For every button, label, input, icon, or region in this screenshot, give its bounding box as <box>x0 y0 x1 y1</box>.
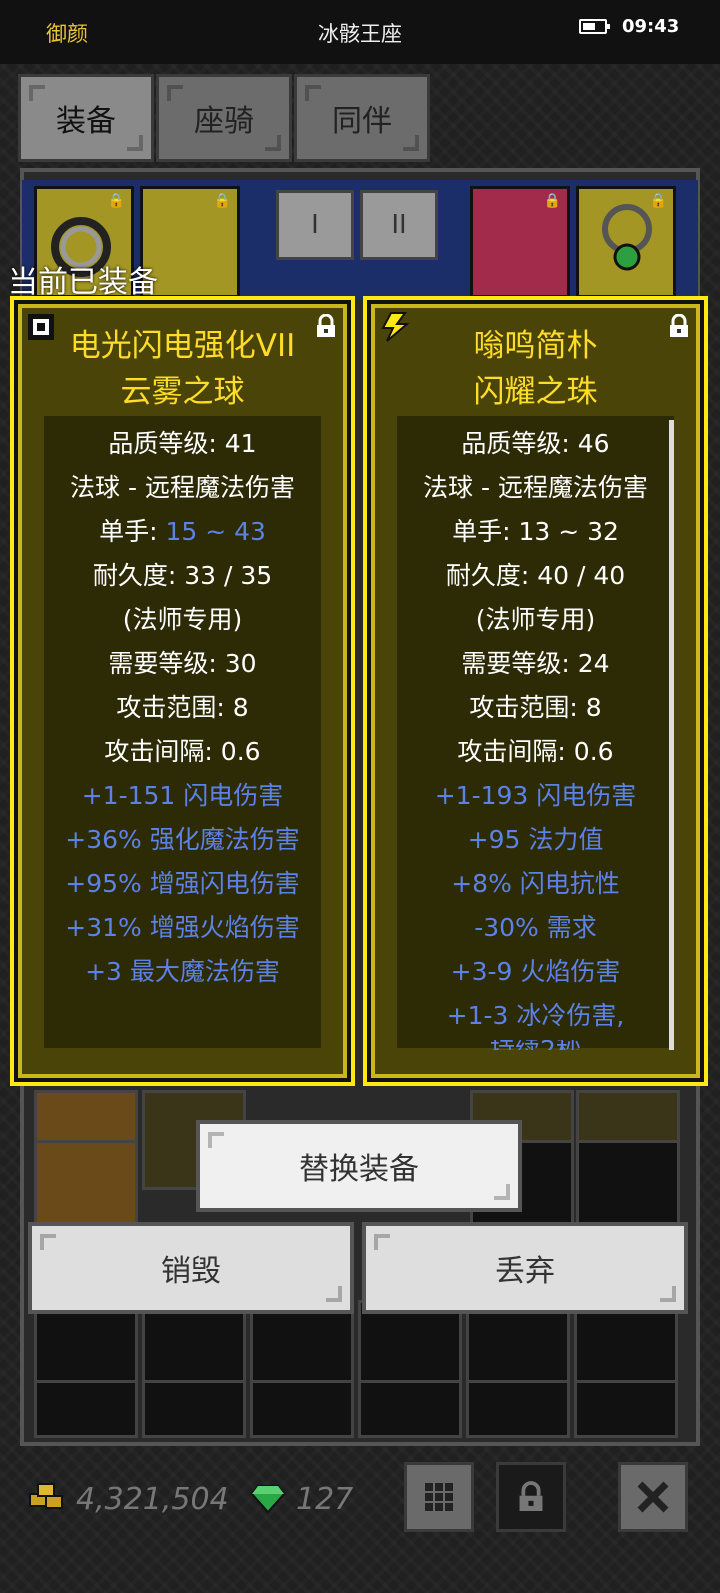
item-stat: 攻击范围: 8 <box>469 693 602 722</box>
lock-toggle-button[interactable] <box>496 1462 566 1532</box>
item-stat: 耐久度: 40 / 40 <box>445 561 626 590</box>
lock-icon <box>519 1481 543 1511</box>
tab-label: 装备 <box>56 104 116 139</box>
item-stat: 单手: 13 ~ 32 <box>452 517 619 546</box>
green-gem-icon <box>250 1485 286 1514</box>
item-stat: 法球 - 远程魔法伤害 <box>70 473 295 502</box>
item-stat: 耐久度: 33 / 35 <box>92 561 273 590</box>
gold-coins-icon <box>29 1483 63 1509</box>
lock-icon: 🔒 <box>213 193 231 209</box>
item-stat-damage-value: 15 ~ 43 <box>165 517 266 546</box>
replace-equipment-button[interactable]: 替换装备 <box>196 1120 522 1212</box>
discard-button[interactable]: 丢弃 <box>362 1222 688 1314</box>
item-name-line1: 电光闪电强化VII <box>69 328 296 364</box>
tab-mount[interactable]: 座骑 <box>156 74 292 162</box>
item-affix: +36% 强化魔法伤害 <box>65 825 300 854</box>
equipment-slot-amulet[interactable]: 🔒 <box>576 186 676 298</box>
item-stat: (法师专用) <box>475 605 596 634</box>
inventory-slot[interactable] <box>358 1380 462 1438</box>
destroy-label: 销毁 <box>161 1254 221 1289</box>
item-affix: +95 法力值 <box>467 825 604 854</box>
tab-equipment[interactable]: 装备 <box>18 74 154 162</box>
item-stat: (法师专用) <box>122 605 243 634</box>
status-time: 09:43 <box>622 16 680 37</box>
item-name-line1: 嗡鸣简朴 <box>473 328 598 364</box>
compared-item-card: 嗡鸣简朴 闪耀之珠 品质等级: 46 法球 - 远程魔法伤害 单手: 13 ~ … <box>363 296 708 1086</box>
item-affix: +1-193 闪电伤害 <box>434 781 637 810</box>
item-stat: 需要等级: 30 <box>108 649 257 678</box>
tab-companion[interactable]: 同伴 <box>294 74 430 162</box>
gem-amount: 127 <box>296 1482 354 1517</box>
close-icon <box>637 1481 669 1513</box>
item-affix-clipped: 持续2秒 <box>367 1040 704 1050</box>
tab-label: 同伴 <box>332 104 392 139</box>
lock-icon: 🔒 <box>107 193 125 209</box>
lock-icon: 🔒 <box>649 193 667 209</box>
item-stat: 法球 - 远程魔法伤害 <box>423 473 648 502</box>
item-affix: +95% 增强闪电伤害 <box>65 869 300 898</box>
replace-equipment-label: 替换装备 <box>299 1152 419 1187</box>
item-affix: +31% 增强火焰伤害 <box>65 913 300 942</box>
item-stat-prefix: 单手: <box>99 517 166 546</box>
equipped-label: 当前已装备 <box>8 265 158 300</box>
equipped-item-card: 电光闪电强化VII 云雾之球 品质等级: 41 法球 - 远程魔法伤害 单手: … <box>10 296 355 1086</box>
item-affix: +1-3 冰冷伤害, <box>446 1001 625 1030</box>
item-affix: -30% 需求 <box>474 913 597 942</box>
stats-scrollbar[interactable] <box>669 420 674 1050</box>
item-name-line2: 云雾之球 <box>120 374 245 410</box>
item-stat: 攻击范围: 8 <box>116 693 249 722</box>
item-stat: 品质等级: 41 <box>108 429 257 458</box>
item-stat: 需要等级: 24 <box>461 649 610 678</box>
lock-icon: 🔒 <box>543 193 561 209</box>
gold-amount: 4,321,504 <box>76 1482 229 1517</box>
item-affix: +8% 闪电抗性 <box>451 869 620 898</box>
close-button[interactable] <box>618 1462 688 1532</box>
destroy-button[interactable]: 销毁 <box>28 1222 354 1314</box>
item-stats-panel[interactable] <box>397 416 674 1048</box>
item-affix: +3-9 火焰伤害 <box>450 957 621 986</box>
inventory-slot[interactable] <box>466 1380 570 1438</box>
item-stats-panel <box>44 416 321 1048</box>
discard-label: 丢弃 <box>495 1254 555 1289</box>
item-stat: 品质等级: 46 <box>461 429 610 458</box>
inventory-slot[interactable] <box>142 1380 246 1438</box>
item-name-line2: 闪耀之珠 <box>473 374 598 410</box>
item-stat: 攻击间隔: 0.6 <box>104 737 261 766</box>
status-bar: 御颜 冰骸王座 09:43 <box>0 0 720 64</box>
item-stat: 攻击间隔: 0.6 <box>457 737 614 766</box>
inventory-slot[interactable] <box>250 1380 354 1438</box>
item-stat: 单手: 15 ~ 43 <box>14 517 351 547</box>
weapon-set-2-button[interactable]: II <box>360 190 438 260</box>
weapon-set-1-button[interactable]: I <box>276 190 354 260</box>
equipment-slot-offhand[interactable]: 🔒 <box>470 186 570 298</box>
battery-icon <box>579 19 610 34</box>
inventory-slot[interactable] <box>574 1380 678 1438</box>
item-affix: +1-151 闪电伤害 <box>81 781 284 810</box>
item-affix: +3 最大魔法伤害 <box>85 957 280 986</box>
grid-icon <box>425 1483 453 1511</box>
grid-sort-button[interactable] <box>404 1462 474 1532</box>
tab-label: 座骑 <box>194 104 254 139</box>
status-title: 冰骸王座 <box>318 22 402 46</box>
inventory-slot[interactable] <box>34 1380 138 1438</box>
